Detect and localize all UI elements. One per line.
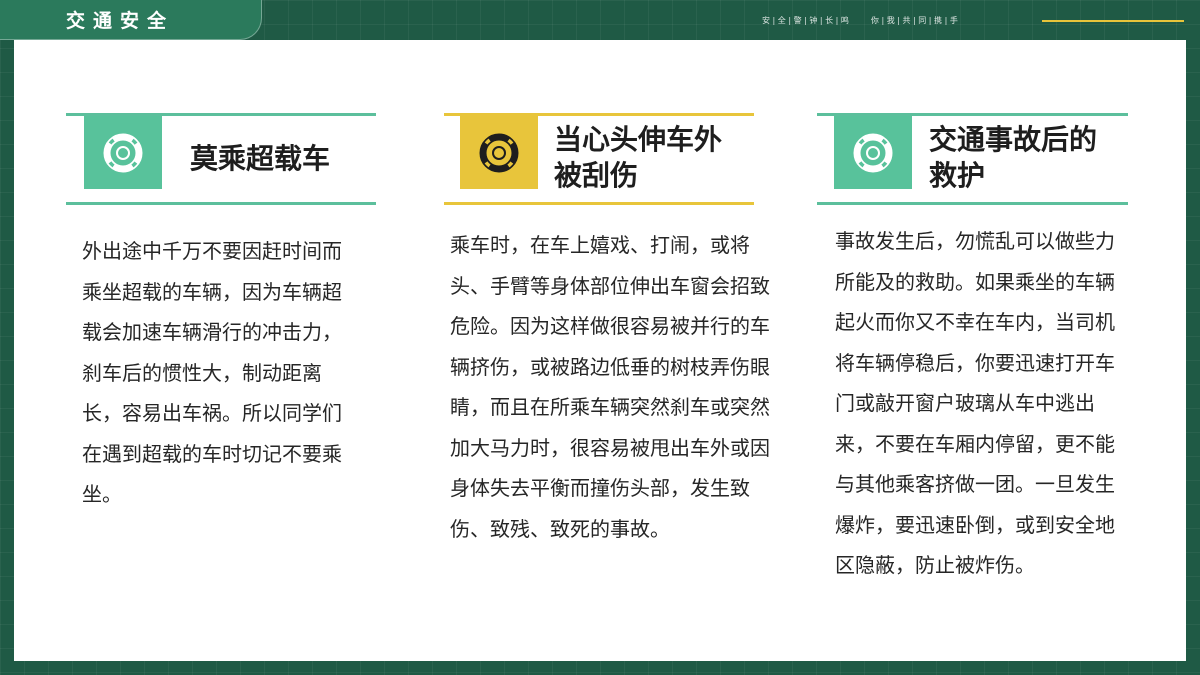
title-tab: 交通安全 <box>0 0 262 40</box>
card-body: 事故发生后，勿慌乱可以做些力所能及的救助。如果乘坐的车辆起火而你又不幸在车内，当… <box>835 229 1115 577</box>
top-bar: 交通安全 安 | 全 | 警 | 钟 | 长 | 鸣 你 | 我 | 共 | 同… <box>0 0 1200 40</box>
card-title: 当心头伸车外 被刮伤 <box>554 123 723 192</box>
card-header: 莫乘超载车 <box>66 113 376 205</box>
card-accident-rescue: 交通事故后的 救护 事故发生后，勿慌乱可以做些力所能及的救助。如果乘坐的车辆起火… <box>817 113 1128 586</box>
card-title: 莫乘超载车 <box>190 142 331 175</box>
lifebuoy-icon <box>103 133 143 172</box>
lifebuoy-icon <box>853 133 893 172</box>
card-body: 外出途中千万不要因赶时间而乘坐超载的车辆，因为车辆超载会加速车辆滑行的冲击力，刹… <box>82 239 342 506</box>
slogan-left: 安 | 全 | 警 | 钟 | 长 | 鸣 <box>762 16 849 25</box>
icon-box <box>84 116 162 189</box>
slogan-right: 你 | 我 | 共 | 同 | 携 | 手 <box>870 16 958 25</box>
card-body: 乘车时，在车上嬉戏、打闹，或将头、手臂等身体部位伸出车窗会招致危险。因为这样做很… <box>450 233 770 541</box>
slogan-divider-line <box>1042 20 1184 22</box>
page-title: 交通安全 <box>66 10 175 32</box>
content-panel: 莫乘超载车 外出途中千万不要因赶时间而乘坐超载的车辆，因为车辆超载会加速车辆滑行… <box>14 40 1186 661</box>
icon-box <box>834 116 912 189</box>
slogan: 安 | 全 | 警 | 钟 | 长 | 鸣 你 | 我 | 共 | 同 | 携 … <box>762 15 958 26</box>
card-title: 交通事故后的 救护 <box>929 123 1098 192</box>
lifebuoy-icon <box>479 133 519 172</box>
card-head-outside-window: 当心头伸车外 被刮伤 乘车时，在车上嬉戏、打闹，或将头、手臂等身体部位伸出车窗会… <box>444 113 770 549</box>
card-header: 当心头伸车外 被刮伤 <box>444 113 754 205</box>
card-overloaded-vehicle: 莫乘超载车 外出途中千万不要因赶时间而乘坐超载的车辆，因为车辆超载会加速车辆滑行… <box>66 113 376 515</box>
card-header: 交通事故后的 救护 <box>817 113 1128 205</box>
icon-box <box>460 116 538 189</box>
